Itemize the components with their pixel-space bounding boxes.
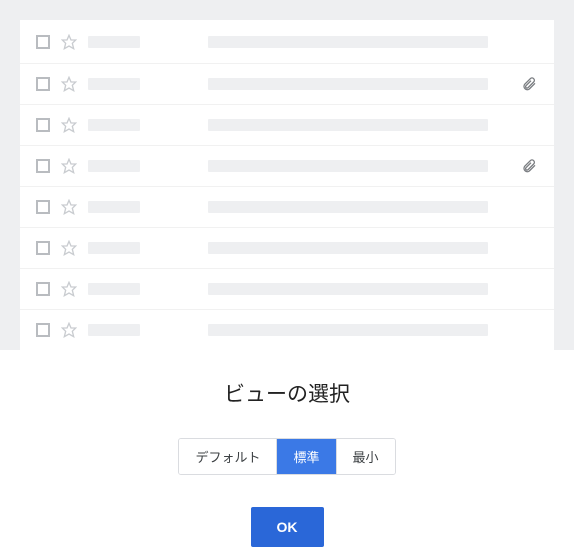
- star-icon[interactable]: [60, 157, 78, 175]
- sender-placeholder: [88, 78, 140, 90]
- checkbox[interactable]: [36, 35, 50, 49]
- list-item: [20, 146, 554, 187]
- subject-placeholder: [208, 160, 488, 172]
- ok-button[interactable]: OK: [251, 507, 324, 547]
- list-item: [20, 64, 554, 105]
- density-default-button[interactable]: デフォルト: [179, 439, 277, 474]
- sender-placeholder: [88, 201, 140, 213]
- list-item: [20, 228, 554, 269]
- star-icon[interactable]: [60, 239, 78, 257]
- list-item: [20, 269, 554, 310]
- density-compact-button[interactable]: 最小: [337, 439, 395, 474]
- list-item: [20, 105, 554, 146]
- star-icon[interactable]: [60, 198, 78, 216]
- star-icon[interactable]: [60, 116, 78, 134]
- sender-placeholder: [88, 160, 140, 172]
- star-icon[interactable]: [60, 280, 78, 298]
- list-item: [20, 310, 554, 350]
- subject-placeholder: [208, 119, 488, 131]
- star-icon[interactable]: [60, 33, 78, 51]
- checkbox[interactable]: [36, 159, 50, 173]
- sender-placeholder: [88, 36, 140, 48]
- subject-placeholder: [208, 324, 488, 336]
- sender-placeholder: [88, 119, 140, 131]
- view-select-dialog: ビューの選択 デフォルト 標準 最小 OK: [0, 350, 574, 547]
- checkbox[interactable]: [36, 77, 50, 91]
- checkbox[interactable]: [36, 241, 50, 255]
- checkbox[interactable]: [36, 118, 50, 132]
- subject-placeholder: [208, 242, 488, 254]
- sender-placeholder: [88, 324, 140, 336]
- star-icon[interactable]: [60, 75, 78, 93]
- dialog-title: ビューの選択: [0, 378, 574, 408]
- density-standard-button[interactable]: 標準: [277, 439, 336, 474]
- attachment-icon: [520, 158, 538, 174]
- density-segmented-control: デフォルト 標準 最小: [178, 438, 395, 475]
- subject-placeholder: [208, 201, 488, 213]
- subject-placeholder: [208, 36, 488, 48]
- email-list-preview: [0, 0, 574, 350]
- checkbox[interactable]: [36, 323, 50, 337]
- list-item: [20, 20, 554, 64]
- checkbox[interactable]: [36, 282, 50, 296]
- subject-placeholder: [208, 283, 488, 295]
- checkbox[interactable]: [36, 200, 50, 214]
- list-item: [20, 187, 554, 228]
- sender-placeholder: [88, 242, 140, 254]
- sender-placeholder: [88, 283, 140, 295]
- attachment-icon: [520, 76, 538, 92]
- star-icon[interactable]: [60, 321, 78, 339]
- subject-placeholder: [208, 78, 488, 90]
